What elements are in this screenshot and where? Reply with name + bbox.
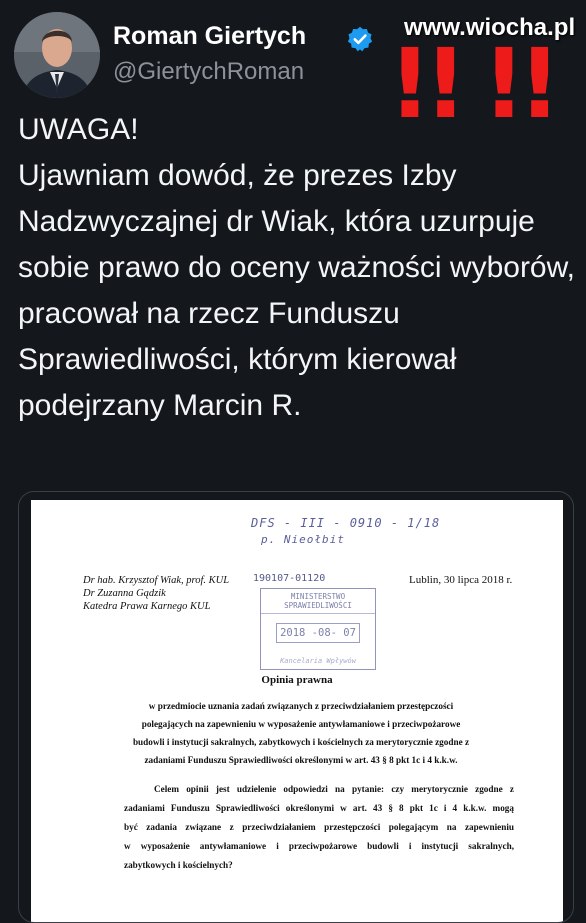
profile-photo [14,12,100,98]
subject-line: budowli i instytucji sakralnych, zabytko… [132,737,470,747]
handwritten-reference: DFS - III - 0910 - 1/18 [251,516,441,530]
body-line: zabytkowych i kościelnych? [124,860,233,870]
document-authors: Dr hab. Krzysztof Wiak, prof. KUL Dr Zuz… [83,574,229,613]
subject-line: polegających na zapewnieniu w wyposażeni… [141,719,461,729]
body-line: zadaniami Funduszu Sprawiedliwości okreś… [124,803,514,813]
display-name[interactable]: Roman Giertych [113,22,306,51]
subject-line: w przedmiocie uznania zadań związanych z… [148,701,454,711]
attached-image-card[interactable]: DFS - III - 0910 - 1/18 p. Nieołbit Dr h… [18,491,574,923]
document-date: Lublin, 30 lipca 2018 r. [409,574,513,586]
tweet-line-heading: UWAGA! [18,113,139,146]
avatar[interactable] [14,12,100,98]
body-line: Celem opinii jest udzielenie odpowiedzi … [154,784,514,794]
body-line: być zadania związane z przeciwdziałaniem… [124,822,514,832]
stamp-date: 2018 -08- 07 [276,623,360,643]
stamp-title: MINISTERSTWO SPRAWIEDLIWOŚCI [261,592,375,614]
author-line: Dr hab. Krzysztof Wiak, prof. KUL [83,575,230,586]
scanned-document: DFS - III - 0910 - 1/18 p. Nieołbit Dr h… [31,500,563,922]
tweet-line-body: Ujawniam dowód, że prezes Izby Nadzwycza… [18,159,575,422]
user-handle[interactable]: @GiertychRoman [113,58,304,86]
author-line: Katedra Prawa Karnego KUL [83,601,211,612]
stamp-footer: Kancelaria Wpływów [280,657,356,665]
document-title: Opinia prawna [261,674,333,686]
handwritten-name: p. Nieołbit [261,533,345,546]
ministry-stamp: MINISTERSTWO SPRAWIEDLIWOŚCI 2018 -08- 0… [260,588,376,670]
document-body-paragraph: Celem opinii jest udzielenie odpowiedzi … [124,780,514,875]
tweet-text: UWAGA! Ujawniam dowód, że prezes Izby Na… [18,107,578,429]
document-subject: w przedmiocie uznania zadań związanych z… [91,697,511,769]
subject-line: zadaniami Funduszu Sprawiedliwości okreś… [144,755,458,765]
registry-number: 190107-01120 [253,573,326,584]
body-line: w wyposażenie antywłamaniowe i przeciwpo… [124,841,514,851]
author-line: Dr Zuzanna Gądzik [83,588,166,599]
verified-badge-icon [347,26,373,52]
